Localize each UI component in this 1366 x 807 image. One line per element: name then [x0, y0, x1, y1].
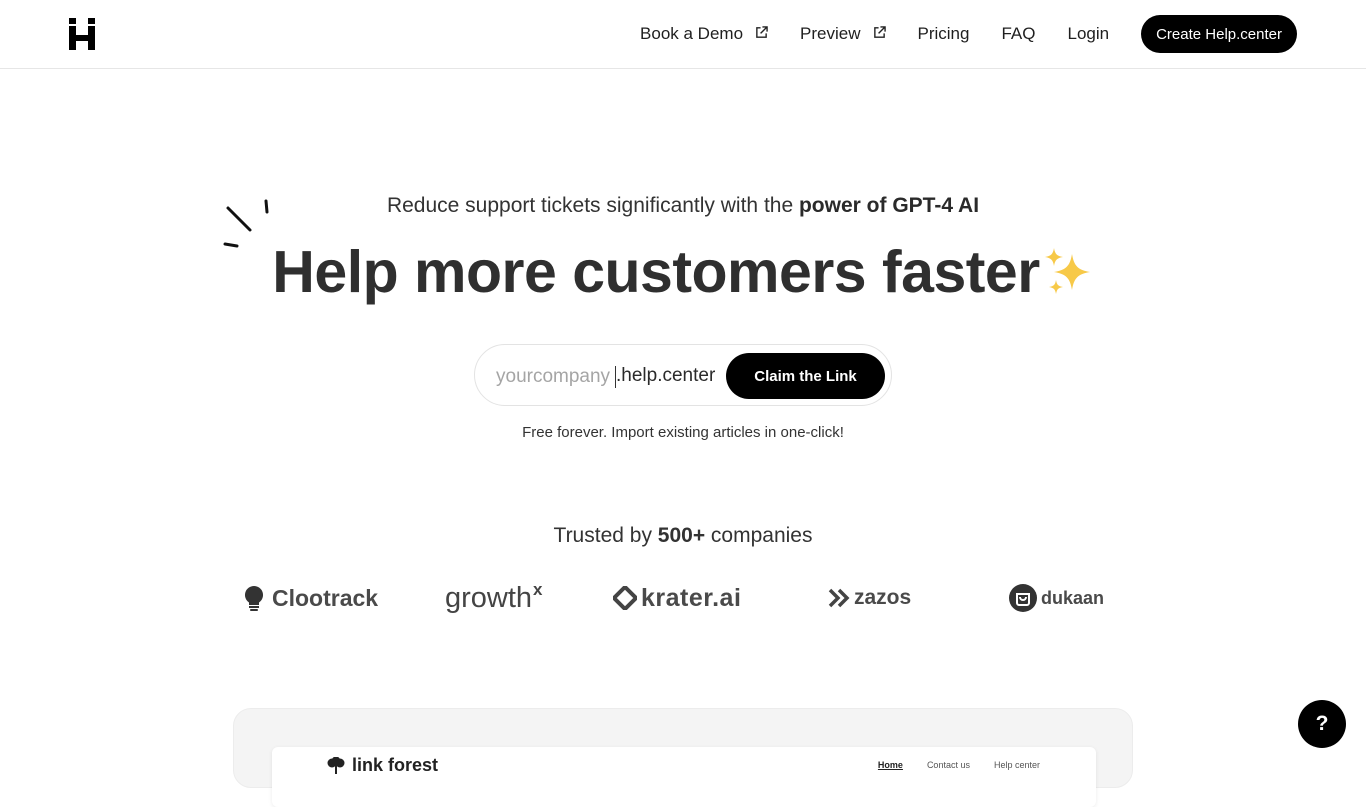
- product-preview-frame: link forest Home Contact us Help center: [233, 708, 1133, 807]
- sparkle-icon: [1044, 248, 1090, 294]
- tree-icon: [327, 756, 345, 774]
- hero-headline: Help more customers faster: [0, 238, 1366, 306]
- hero-subnote: Free forever. Import existing articles i…: [522, 424, 844, 441]
- help-chat-button[interactable]: ?: [1298, 700, 1346, 748]
- nav-login-link[interactable]: Login: [1067, 24, 1109, 44]
- brand-logo-growthx: growth x: [445, 578, 543, 618]
- brand-logo-dukaan: dukaan: [1009, 578, 1104, 618]
- nav-book-demo-link[interactable]: Book a Demo: [640, 24, 768, 44]
- nav-links: Book a Demo Preview Pricing FAQ Login Cr…: [640, 15, 1297, 53]
- trusted-by-heading: Trusted by 500+ companies: [0, 524, 1366, 548]
- trusted-prefix: Trusted by: [553, 524, 658, 547]
- preview-brand: link forest: [326, 755, 438, 776]
- lightbulb-icon: [244, 585, 264, 611]
- preview-nav-item: Contact us: [926, 760, 970, 770]
- brand-name: growth: [445, 581, 533, 614]
- external-link-icon: [756, 25, 768, 38]
- domain-suffix: .help.center: [616, 365, 716, 386]
- brand-logo-zazos: zazos: [828, 578, 911, 618]
- external-link-icon: [873, 25, 886, 38]
- brand-name: Clootrack: [272, 584, 379, 611]
- shopping-bag-icon: [1009, 584, 1037, 612]
- top-navbar: Book a Demo Preview Pricing FAQ Login Cr…: [0, 0, 1366, 69]
- diamond-icon: [613, 586, 637, 610]
- preview-nav-item: Home: [877, 760, 903, 770]
- preview-nav-item: Help center: [993, 760, 1040, 770]
- nav-faq-link[interactable]: FAQ: [1001, 24, 1035, 44]
- nav-link-label: Preview: [800, 24, 861, 43]
- nav-link-label: Book a Demo: [640, 24, 744, 43]
- helpcenter-logo-icon[interactable]: [68, 17, 96, 51]
- brand-name: krater.ai: [641, 583, 742, 612]
- brand-name: dukaan: [1041, 587, 1105, 608]
- brand-superscript: x: [533, 580, 543, 599]
- claim-link-button[interactable]: Claim the Link: [726, 353, 885, 399]
- tagline-text: Reduce support tickets significantly wit…: [386, 194, 799, 217]
- preview-nav: Home Contact us Help center: [878, 760, 1040, 770]
- preview-brand-name: link forest: [352, 755, 439, 775]
- brand-name: zazos: [854, 586, 912, 609]
- trusted-suffix: companies: [705, 524, 813, 547]
- claim-link-form: .help.center Claim the Link: [474, 344, 892, 406]
- trusted-count: 500+: [657, 524, 706, 547]
- brand-logo-krater: krater.ai: [613, 578, 741, 618]
- nav-preview-link[interactable]: Preview: [800, 24, 886, 44]
- nav-pricing-link[interactable]: Pricing: [918, 24, 970, 44]
- headline-text: Help more customers faster: [272, 239, 1040, 305]
- tagline-bold-text: power of GPT-4 AI: [798, 194, 980, 217]
- company-subdomain-input[interactable]: [496, 364, 616, 390]
- create-helpcenter-button[interactable]: Create Help.center: [1141, 15, 1297, 53]
- brand-logo-clootrack: Clootrack: [244, 578, 378, 618]
- hero-tagline: Reduce support tickets significantly wit…: [0, 194, 1366, 218]
- preview-screenshot: link forest Home Contact us Help center: [272, 747, 1096, 807]
- double-chevron-icon: [828, 588, 850, 608]
